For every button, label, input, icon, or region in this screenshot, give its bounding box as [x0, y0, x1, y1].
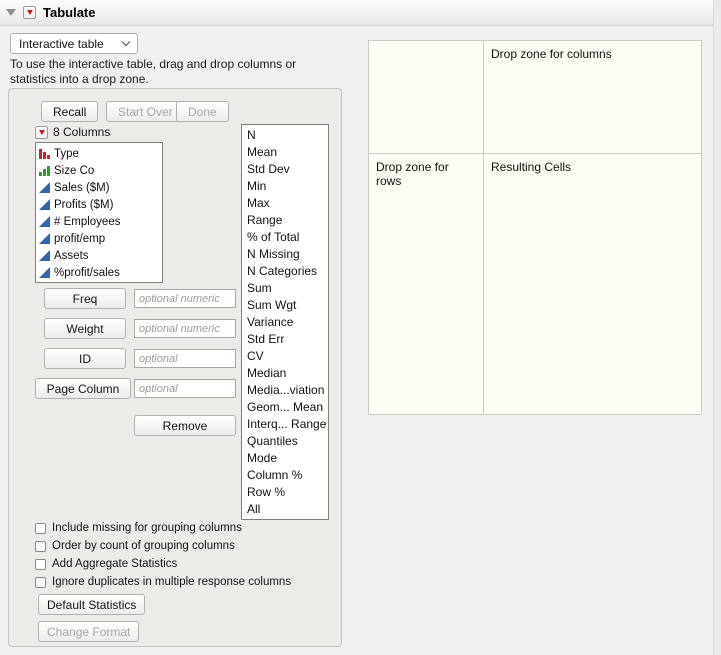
statistic-item[interactable]: Sum	[242, 280, 328, 297]
continuous-icon	[39, 250, 50, 261]
resulting-cells-label: Resulting Cells	[491, 160, 572, 174]
weight-input[interactable]	[134, 319, 236, 338]
statistic-item[interactable]: N Missing	[242, 246, 328, 263]
drop-zone-rows-label: Drop zone for rows	[376, 160, 449, 188]
scrollbar-track[interactable]	[713, 0, 721, 655]
continuous-icon	[39, 182, 50, 193]
statistic-item[interactable]: Median	[242, 365, 328, 382]
help-text: To use the interactive table, drag and d…	[10, 57, 297, 86]
freq-input[interactable]	[134, 289, 236, 308]
column-label: Profits ($M)	[54, 198, 114, 211]
statistic-item[interactable]: CV	[242, 348, 328, 365]
tabulate-window: Tabulate Interactive table To use the in…	[0, 0, 721, 655]
statistic-item[interactable]: Max	[242, 195, 328, 212]
drop-zone-table: Drop zone for columns Drop zone for rows…	[368, 40, 702, 415]
checkbox-add-aggregate[interactable]: Add Aggregate Statistics	[35, 558, 177, 570]
id-button[interactable]: ID	[44, 348, 126, 369]
column-label: # Employees	[54, 215, 121, 228]
column-label: Size Co	[54, 164, 95, 177]
column-item[interactable]: Assets	[36, 247, 162, 264]
page-column-input[interactable]	[134, 379, 236, 398]
column-item[interactable]: # Employees	[36, 213, 162, 230]
statistic-item[interactable]: Min	[242, 178, 328, 195]
column-item[interactable]: Sales ($M)	[36, 179, 162, 196]
drop-zone-columns[interactable]: Drop zone for columns	[484, 41, 701, 153]
change-format-button[interactable]: Change Format	[38, 621, 140, 642]
statistic-item[interactable]: Column %	[242, 467, 328, 484]
nominal-icon	[39, 148, 50, 159]
checkbox-label: Order by count of grouping columns	[52, 540, 235, 552]
table-mode-dropdown[interactable]: Interactive table	[10, 33, 138, 54]
done-button[interactable]: Done	[176, 101, 229, 122]
page-title: Tabulate	[43, 5, 96, 20]
continuous-icon	[39, 216, 50, 227]
continuous-icon	[39, 199, 50, 210]
column-label: Assets	[54, 249, 89, 262]
checkbox-include-missing[interactable]: Include missing for grouping columns	[35, 522, 242, 534]
column-label: Sales ($M)	[54, 181, 110, 194]
statistics-list: N Mean Std Dev Min Max Range % of Total …	[241, 124, 329, 520]
start-over-button[interactable]: Start Over	[106, 101, 185, 122]
statistic-item[interactable]: Std Err	[242, 331, 328, 348]
checkbox-order-by-count[interactable]: Order by count of grouping columns	[35, 540, 235, 552]
red-triangle-menu-icon[interactable]	[23, 6, 36, 19]
column-item[interactable]: %profit/sales	[36, 264, 162, 281]
column-item[interactable]: profit/emp	[36, 230, 162, 247]
id-input[interactable]	[134, 349, 236, 368]
remove-button[interactable]: Remove	[134, 415, 236, 436]
continuous-icon	[39, 267, 50, 278]
ordinal-icon	[39, 165, 50, 176]
drop-zone-rows[interactable]: Drop zone for rows	[369, 154, 483, 414]
column-label: %profit/sales	[54, 266, 120, 279]
statistic-item[interactable]: Std Dev	[242, 161, 328, 178]
drop-zone-columns-label: Drop zone for columns	[491, 47, 612, 61]
control-panel: Recall Start Over Done 8 Columns Type Si…	[8, 88, 342, 647]
checkbox-icon[interactable]	[35, 576, 46, 588]
page-column-button[interactable]: Page Column	[35, 378, 131, 399]
checkbox-icon[interactable]	[35, 522, 46, 534]
drop-zone-corner[interactable]	[369, 41, 483, 153]
statistic-item[interactable]: Interq... Range	[242, 416, 328, 433]
drop-zone-resulting-cells[interactable]: Resulting Cells	[484, 154, 701, 414]
recall-button[interactable]: Recall	[41, 101, 99, 122]
statistic-item[interactable]: Range	[242, 212, 328, 229]
statistic-item[interactable]: N Categories	[242, 263, 328, 280]
freq-button[interactable]: Freq	[44, 288, 126, 309]
columns-red-triangle-menu-icon[interactable]	[35, 125, 48, 139]
red-triangle-glyph	[38, 129, 45, 135]
statistic-item[interactable]: Sum Wgt	[242, 297, 328, 314]
statistic-item[interactable]: N	[242, 127, 328, 144]
checkbox-ignore-duplicates[interactable]: Ignore duplicates in multiple response c…	[35, 576, 291, 588]
checkbox-icon[interactable]	[35, 558, 46, 570]
statistic-item[interactable]: Mode	[242, 450, 328, 467]
columns-count-label: 8 Columns	[53, 125, 111, 139]
column-item[interactable]: Profits ($M)	[36, 196, 162, 213]
table-mode-value: Interactive table	[19, 36, 104, 51]
column-item[interactable]: Type	[36, 145, 162, 162]
statistic-item[interactable]: Mean	[242, 144, 328, 161]
statistic-item[interactable]: Variance	[242, 314, 328, 331]
checkbox-icon[interactable]	[35, 540, 46, 552]
statistic-item[interactable]: Geom... Mean	[242, 399, 328, 416]
default-statistics-button[interactable]: Default Statistics	[38, 594, 146, 615]
disclosure-triangle-icon[interactable]	[6, 9, 16, 16]
red-triangle-glyph	[26, 10, 33, 15]
outline-header: Tabulate	[0, 0, 721, 26]
columns-header: 8 Columns	[35, 125, 110, 139]
columns-list: Type Size Co Sales ($M) Profits ($M) # E…	[35, 142, 163, 283]
column-item[interactable]: Size Co	[36, 162, 162, 179]
checkbox-label: Ignore duplicates in multiple response c…	[52, 576, 292, 588]
weight-button[interactable]: Weight	[44, 318, 126, 339]
column-label: profit/emp	[54, 232, 106, 245]
statistic-item[interactable]: Media...viation	[242, 382, 328, 399]
statistic-item[interactable]: All	[242, 501, 328, 518]
column-label: Type	[54, 147, 79, 160]
statistic-item[interactable]: Row %	[242, 484, 328, 501]
continuous-icon	[39, 233, 50, 244]
statistic-item[interactable]: % of Total	[242, 229, 328, 246]
checkbox-label: Add Aggregate Statistics	[52, 558, 178, 570]
statistic-item[interactable]: Quantiles	[242, 433, 328, 450]
checkbox-label: Include missing for grouping columns	[52, 522, 242, 534]
chevron-down-icon	[121, 37, 131, 47]
